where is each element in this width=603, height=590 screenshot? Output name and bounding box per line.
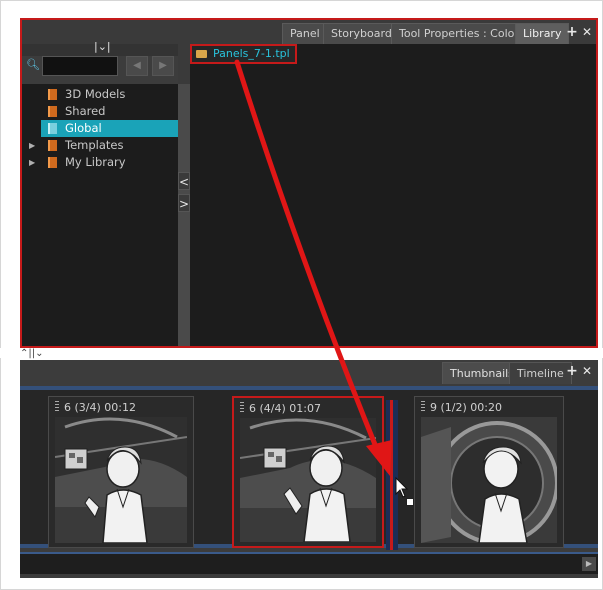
thumbnails-window: Thumbnails Timeline + ✕ 6 (3/4) 00:12 6 … — [20, 360, 598, 578]
expand-arrow-icon[interactable]: ▶ — [29, 137, 35, 154]
library-book-icon — [48, 140, 57, 151]
scroll-right-icon[interactable]: ▶ — [582, 557, 596, 571]
tree-item-my-library[interactable]: ▶ My Library — [22, 154, 178, 171]
tree-item-label: My Library — [65, 155, 126, 169]
thumbnail-panel-selected[interactable]: 6 (4/4) 01:07 — [232, 396, 384, 548]
panel-sketch-image — [55, 417, 187, 543]
tab-tool-properties-colour[interactable]: Tool Properties : Colour — [391, 23, 534, 44]
thumbnail-panel[interactable]: 9 (1/2) 00:20 — [414, 396, 564, 548]
search-input[interactable] — [42, 56, 118, 76]
tree-item-label: Templates — [65, 138, 124, 152]
divider-arrows-icon[interactable]: ⌃||⌄ — [20, 348, 44, 359]
tree-header: |⌄| — [22, 40, 178, 56]
insertion-line — [390, 400, 393, 550]
add-tab-icon[interactable]: + — [565, 24, 579, 40]
library-book-icon — [48, 123, 57, 134]
template-file-label: Panels_7-1.tpl — [213, 47, 290, 60]
tab-panel[interactable]: Panel — [282, 23, 328, 44]
search-icon: 🔍︎ — [26, 58, 40, 71]
library-toolbar: 🔍︎ ◀ ▶ — [22, 56, 178, 84]
tree-item-global[interactable]: Global — [41, 120, 178, 137]
tree-item-templates[interactable]: ▶ Templates — [22, 137, 178, 154]
library-tree: 3D Models Shared Global ▶ Templates ▶ My… — [22, 84, 178, 346]
thumbnail-strip: 6 (3/4) 00:12 6 (4/4) 01:07 9 (1/2) 00:2… — [20, 386, 598, 550]
tab-library[interactable]: Library — [515, 23, 570, 44]
drag-grip-icon[interactable] — [55, 401, 59, 412]
tab-timeline[interactable]: Timeline — [509, 362, 572, 384]
collapse-left-icon[interactable]: < — [178, 172, 190, 190]
panel-sketch-image — [240, 418, 376, 542]
collapse-right-icon[interactable]: > — [178, 194, 190, 212]
expand-arrow-icon[interactable]: ▶ — [29, 154, 35, 171]
collapse-chevron-icon[interactable]: |⌄| — [94, 40, 111, 53]
window-divider[interactable] — [0, 348, 603, 358]
panel-title: 9 (1/2) 00:20 — [421, 401, 502, 415]
close-window-icon[interactable]: ✕ — [580, 363, 594, 379]
tab-storyboard[interactable]: Storyboard — [323, 23, 400, 44]
tree-item-label: Global — [65, 121, 102, 135]
panel-title: 6 (4/4) 01:07 — [240, 402, 321, 416]
drop-insertion-marker — [386, 400, 398, 550]
horizontal-scrollbar[interactable]: ▶ — [20, 552, 598, 574]
drag-grip-icon[interactable] — [240, 402, 244, 413]
tree-item-label: Shared — [65, 104, 106, 118]
back-button[interactable]: ◀ — [126, 56, 148, 76]
tree-item-3d-models[interactable]: 3D Models — [22, 86, 178, 103]
template-file-item[interactable]: Panels_7-1.tpl — [190, 44, 297, 64]
forward-button[interactable]: ▶ — [152, 56, 174, 76]
library-book-icon — [48, 89, 57, 100]
library-content-pane: Panels_7-1.tpl — [190, 44, 596, 346]
close-window-icon[interactable]: ✕ — [580, 24, 594, 40]
library-window: Panel Storyboard Tool Properties : Colou… — [20, 18, 598, 348]
panel-title: 6 (3/4) 00:12 — [55, 401, 136, 415]
panel-sketch-image — [421, 417, 557, 543]
tree-item-label: 3D Models — [65, 87, 126, 101]
drag-grip-icon[interactable] — [421, 401, 425, 412]
thumbnail-strip-body: 6 (3/4) 00:12 6 (4/4) 01:07 9 (1/2) 00:2… — [20, 390, 598, 550]
drop-plus-icon — [406, 498, 414, 506]
tree-item-shared[interactable]: Shared — [22, 103, 178, 120]
folder-icon — [196, 50, 207, 58]
library-book-icon — [48, 157, 57, 168]
add-tab-icon[interactable]: + — [565, 363, 579, 379]
library-book-icon — [48, 106, 57, 117]
thumbnail-panel[interactable]: 6 (3/4) 00:12 — [48, 396, 194, 548]
pane-splitter[interactable]: < > — [178, 84, 190, 346]
